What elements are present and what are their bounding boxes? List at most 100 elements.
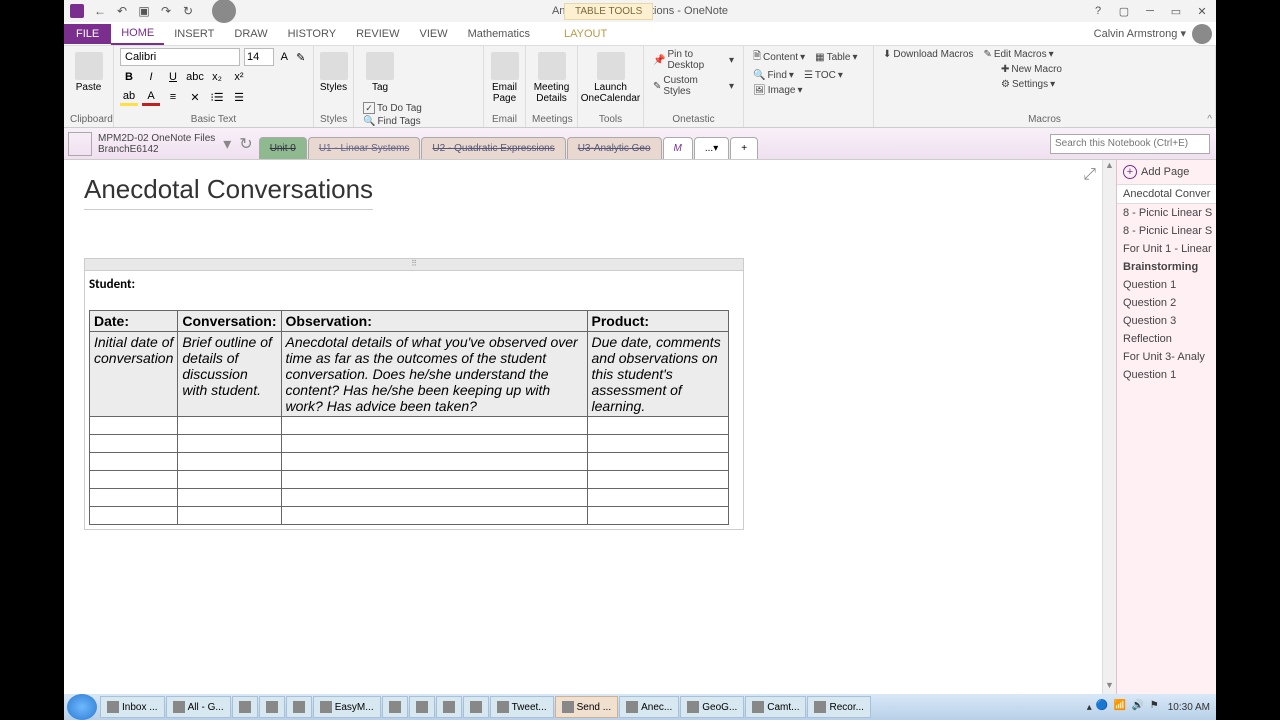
font-color-button[interactable]: A bbox=[142, 88, 160, 106]
tray-icon[interactable]: 🔊 bbox=[1132, 700, 1146, 714]
page-item[interactable]: Question 1 bbox=[1117, 276, 1216, 294]
highlight-button[interactable]: ab bbox=[120, 88, 138, 106]
th-conversation[interactable]: Conversation: bbox=[178, 311, 281, 332]
taskbar-item[interactable] bbox=[436, 696, 462, 718]
table-cell[interactable] bbox=[90, 471, 178, 489]
scroll-down-button[interactable]: ▼ bbox=[1103, 680, 1116, 694]
taskbar-item[interactable]: Anec... bbox=[619, 696, 679, 718]
settings-button[interactable]: ⚙Settings▾ bbox=[998, 78, 1209, 91]
sync-button[interactable]: ↻ bbox=[180, 3, 196, 19]
page-item[interactable]: Reflection bbox=[1117, 330, 1216, 348]
tray-icon[interactable]: ⚑ bbox=[1150, 700, 1164, 714]
toc-button[interactable]: ☰TOC▾ bbox=[801, 69, 846, 82]
cell-observation[interactable]: Anecdotal details of what you've observe… bbox=[281, 332, 587, 417]
tab-home[interactable]: HOME bbox=[111, 23, 164, 45]
file-menu[interactable]: FILE bbox=[64, 24, 111, 44]
undo-button[interactable]: ↶ bbox=[114, 3, 130, 19]
table-cell[interactable] bbox=[90, 489, 178, 507]
bold-button[interactable]: B bbox=[120, 68, 138, 86]
tab-review[interactable]: REVIEW bbox=[346, 24, 409, 44]
new-macro-button[interactable]: ✚New Macro bbox=[998, 63, 1209, 76]
page-item[interactable]: Question 2 bbox=[1117, 294, 1216, 312]
section-tab-3[interactable]: U3-Analytic Geo bbox=[567, 137, 662, 159]
image-button[interactable]: 🖼Image▾ bbox=[750, 84, 867, 97]
numbering-button[interactable]: ☰ bbox=[230, 88, 248, 106]
table-cell[interactable] bbox=[90, 453, 178, 471]
pin-desktop-button[interactable]: 📌Pin to Desktop▾ bbox=[650, 48, 737, 72]
page-item[interactable]: 8 - Picnic Linear S bbox=[1117, 204, 1216, 222]
th-observation[interactable]: Observation: bbox=[281, 311, 587, 332]
page-item[interactable]: Anecdotal Conver bbox=[1117, 184, 1216, 204]
page-item[interactable]: For Unit 1 - Linear bbox=[1117, 240, 1216, 258]
launch-onecalendar-button[interactable]: Launch OneCalendar bbox=[584, 48, 637, 108]
italic-button[interactable]: I bbox=[142, 68, 160, 86]
paste-button[interactable]: Paste bbox=[70, 48, 107, 97]
section-tab-0[interactable]: Unit 0 bbox=[259, 137, 307, 159]
note-container[interactable]: ⠿ Student: Date: Conversation: Observati… bbox=[84, 258, 744, 530]
search-input[interactable] bbox=[1050, 134, 1210, 154]
collapse-ribbon-button[interactable]: ^ bbox=[1207, 114, 1212, 125]
minimize-button[interactable]: ─ bbox=[1140, 3, 1160, 19]
vertical-scrollbar[interactable]: ▲ ▼ bbox=[1102, 160, 1116, 694]
notebook-icon[interactable] bbox=[68, 132, 92, 156]
cell-product[interactable]: Due date, comments and observations on t… bbox=[587, 332, 728, 417]
taskbar-item[interactable] bbox=[286, 696, 312, 718]
clock[interactable]: 10:30 AM bbox=[1168, 702, 1210, 713]
start-button[interactable] bbox=[67, 694, 97, 720]
page-title[interactable]: Anecdotal Conversations bbox=[84, 174, 373, 210]
email-page-button[interactable]: Email Page bbox=[490, 48, 519, 108]
taskbar-item[interactable]: Tweet... bbox=[490, 696, 554, 718]
help-button[interactable]: ? bbox=[1088, 3, 1108, 19]
font-size-select[interactable] bbox=[244, 48, 274, 66]
add-section-button[interactable]: + bbox=[730, 137, 758, 159]
table-cell[interactable] bbox=[90, 507, 178, 525]
bullets-button[interactable]: ⁝☰ bbox=[208, 88, 226, 106]
section-tab-4[interactable]: M bbox=[663, 137, 693, 159]
taskbar-item[interactable] bbox=[463, 696, 489, 718]
page-canvas[interactable]: ⤢ Anecdotal Conversations ⠿ Student: Dat… bbox=[64, 160, 1102, 694]
user-avatar-icon[interactable] bbox=[1192, 24, 1212, 44]
tab-layout[interactable]: LAYOUT bbox=[554, 24, 617, 44]
taskbar-item[interactable] bbox=[382, 696, 408, 718]
tab-view[interactable]: VIEW bbox=[409, 24, 457, 44]
taskbar-item[interactable]: EasyM... bbox=[313, 696, 381, 718]
styles-button[interactable]: Styles bbox=[320, 48, 347, 97]
cell-date[interactable]: Initial date of conversation bbox=[90, 332, 178, 417]
taskbar-item[interactable]: Camt... bbox=[745, 696, 806, 718]
table-cell[interactable] bbox=[90, 435, 178, 453]
section-tab-more[interactable]: ... ▾ bbox=[694, 137, 729, 159]
grow-font-button[interactable]: A bbox=[278, 48, 291, 66]
tag-button[interactable]: Tag bbox=[360, 48, 400, 97]
superscript-button[interactable]: x² bbox=[230, 68, 248, 86]
clear-format-button[interactable]: ✕ bbox=[186, 88, 204, 106]
page-item[interactable]: Brainstorming bbox=[1117, 258, 1216, 276]
page-item[interactable]: Question 1 bbox=[1117, 366, 1216, 384]
notebook-info[interactable]: MPM2D-02 OneNote Files BranchE6142 bbox=[98, 133, 215, 155]
underline-button[interactable]: U bbox=[164, 68, 182, 86]
page-item[interactable]: For Unit 3- Analy bbox=[1117, 348, 1216, 366]
tray-icon[interactable]: 📶 bbox=[1114, 700, 1128, 714]
system-tray[interactable]: ▴ 🔵 📶 🔊 ⚑ 10:30 AM bbox=[1087, 700, 1216, 714]
th-product[interactable]: Product: bbox=[587, 311, 728, 332]
download-macros-button[interactable]: ⬇Download Macros bbox=[880, 48, 976, 61]
todo-tag-button[interactable]: ✓To Do Tag bbox=[360, 101, 450, 115]
find-tags-button[interactable]: 🔍Find Tags bbox=[360, 115, 450, 128]
maximize-button[interactable]: ▭ bbox=[1166, 3, 1186, 19]
align-button[interactable]: ≡ bbox=[164, 88, 182, 106]
tray-icon[interactable]: 🔵 bbox=[1096, 700, 1110, 714]
account-avatar-icon[interactable] bbox=[212, 0, 236, 23]
taskbar-item[interactable]: GeoG... bbox=[680, 696, 744, 718]
taskbar-item[interactable]: Inbox ... bbox=[100, 696, 165, 718]
find-button[interactable]: 🔍Find▾ bbox=[750, 69, 797, 82]
taskbar-item[interactable] bbox=[409, 696, 435, 718]
fullpage-button[interactable]: ▢ bbox=[1114, 3, 1134, 19]
content-button[interactable]: 🗎Content▾ bbox=[750, 48, 808, 67]
edit-macros-button[interactable]: ✎Edit Macros▾ bbox=[980, 48, 1056, 61]
th-date[interactable]: Date: bbox=[90, 311, 178, 332]
tab-draw[interactable]: DRAW bbox=[224, 24, 277, 44]
table-button[interactable]: ▦Table▾ bbox=[812, 51, 860, 64]
tab-insert[interactable]: INSERT bbox=[164, 24, 224, 44]
format-painter-button[interactable]: ✎ bbox=[295, 48, 308, 66]
section-tab-2[interactable]: U2 - Quadratic Expressions bbox=[421, 137, 565, 159]
section-tab-1[interactable]: U1 - Linear Systems bbox=[308, 137, 421, 159]
